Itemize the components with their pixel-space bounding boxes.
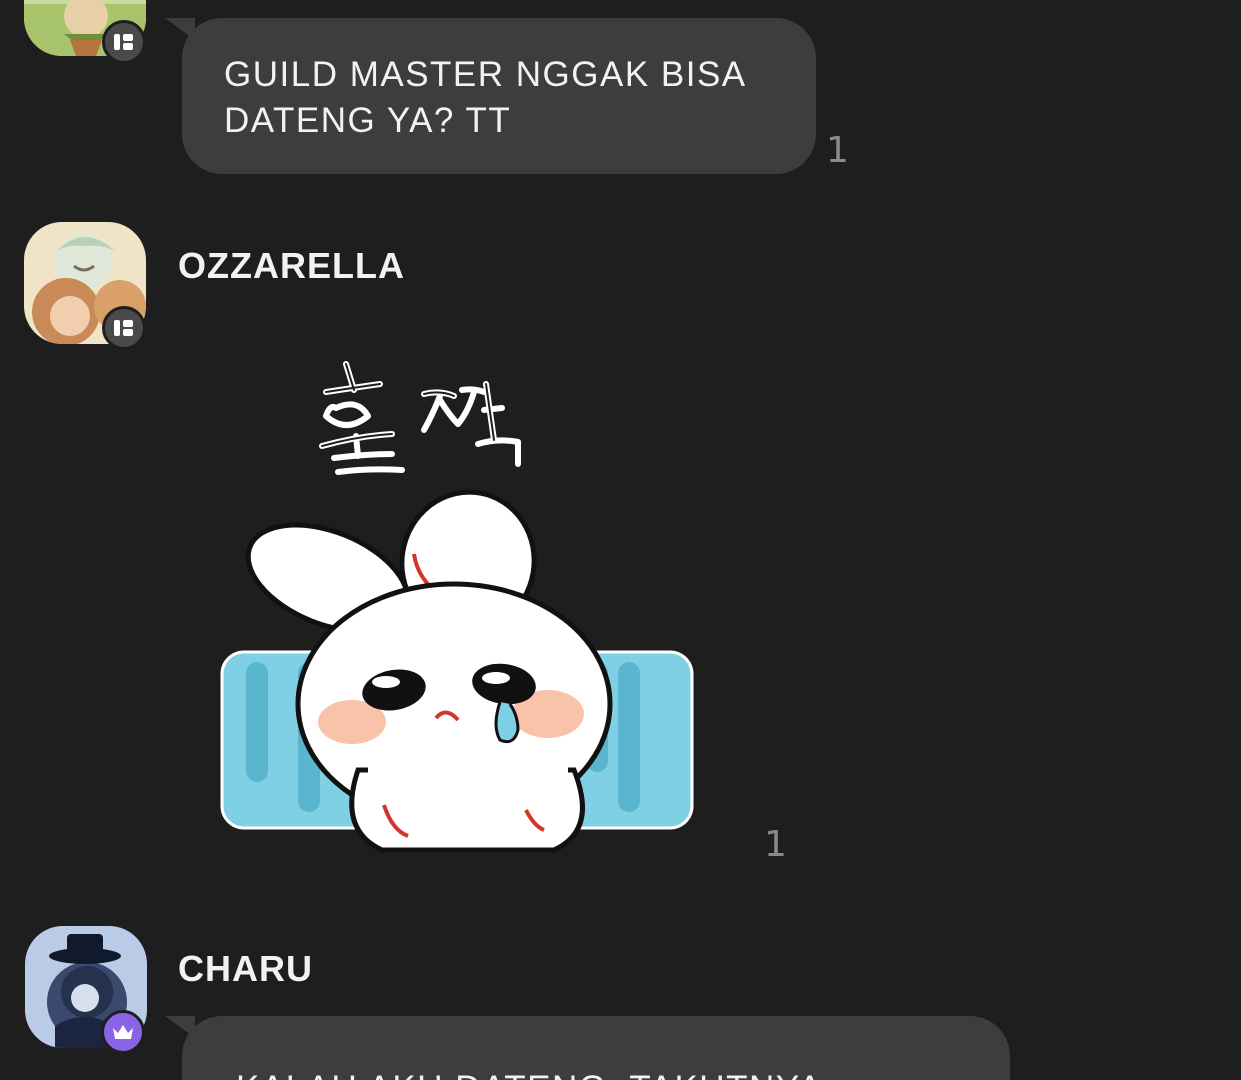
message-text-line: DATENG YA? TT [224,101,512,140]
chat-screen: GUILD MASTER NGGAK BISA DATENG YA? TT 1 … [0,0,1241,1080]
unread-count: 1 [826,130,849,171]
sender-name: OZZARELLA [178,245,405,286]
host-badge-icon [102,20,146,64]
message-text-line: KALAU AKU DATENG, TAKUTNYA [236,1066,1010,1080]
sender-name: CHARU [178,948,313,989]
message-text-line: GUILD MASTER NGGAK BISA [224,55,747,94]
host-badge-icon [102,306,146,350]
unread-count: 1 [764,824,787,865]
crown-badge-icon [101,1010,145,1054]
message-bubble[interactable]: KALAU AKU DATENG, TAKUTNYA [182,1016,1010,1080]
message-bubble[interactable]: GUILD MASTER NGGAK BISA DATENG YA? TT [182,18,816,174]
bunny-crying-sticker[interactable] [218,350,698,860]
